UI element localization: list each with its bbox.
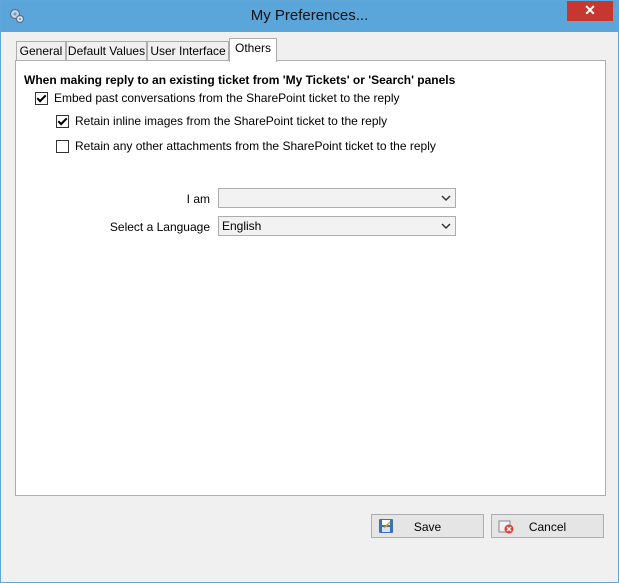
retain-attachments-checkbox[interactable] — [56, 139, 69, 153]
embed-conversations-checkbox[interactable] — [35, 91, 48, 105]
retain-inline-images-checkbox[interactable] — [56, 114, 69, 128]
chevron-down-icon — [441, 195, 451, 202]
close-button[interactable]: ✕ — [567, 1, 613, 21]
others-panel: When making reply to an existing ticket … — [15, 60, 606, 496]
tab-user-interface[interactable]: User Interface — [147, 41, 229, 60]
embed-conversations-label: Embed past conversations from the ShareP… — [54, 91, 400, 105]
i-am-select[interactable] — [218, 188, 456, 208]
tab-others[interactable]: Others — [229, 38, 277, 62]
window-title: My Preferences... — [250, 7, 369, 24]
language-label: Select a Language — [109, 220, 210, 234]
tab-general[interactable]: General — [16, 41, 66, 60]
close-icon: ✕ — [584, 2, 596, 18]
save-label: Save — [413, 520, 442, 534]
cancel-button[interactable]: Cancel — [491, 514, 604, 538]
preferences-window: My Preferences... ✕ General Default Valu… — [0, 0, 619, 583]
language-value: English — [222, 219, 262, 233]
save-button[interactable]: Save — [371, 514, 484, 538]
dialog-body: General Default Values User Interface Ot… — [8, 32, 611, 577]
retain-attachments-label: Retain any other attachments from the Sh… — [75, 139, 436, 153]
retain-inline-images-option[interactable]: Retain inline images from the SharePoint… — [56, 114, 387, 128]
retain-inline-images-label: Retain inline images from the SharePoint… — [75, 114, 388, 128]
title-bar[interactable]: My Preferences... ✕ — [1, 1, 618, 32]
tab-default-values[interactable]: Default Values — [66, 41, 147, 60]
retain-attachments-option[interactable]: Retain any other attachments from the Sh… — [56, 139, 436, 153]
chevron-down-icon — [441, 223, 451, 230]
i-am-label: I am — [186, 192, 210, 206]
embed-conversations-option[interactable]: Embed past conversations from the ShareP… — [35, 91, 400, 105]
cancel-label: Cancel — [528, 520, 567, 534]
reply-section-heading: When making reply to an existing ticket … — [24, 73, 456, 87]
language-select[interactable]: English — [218, 216, 456, 236]
